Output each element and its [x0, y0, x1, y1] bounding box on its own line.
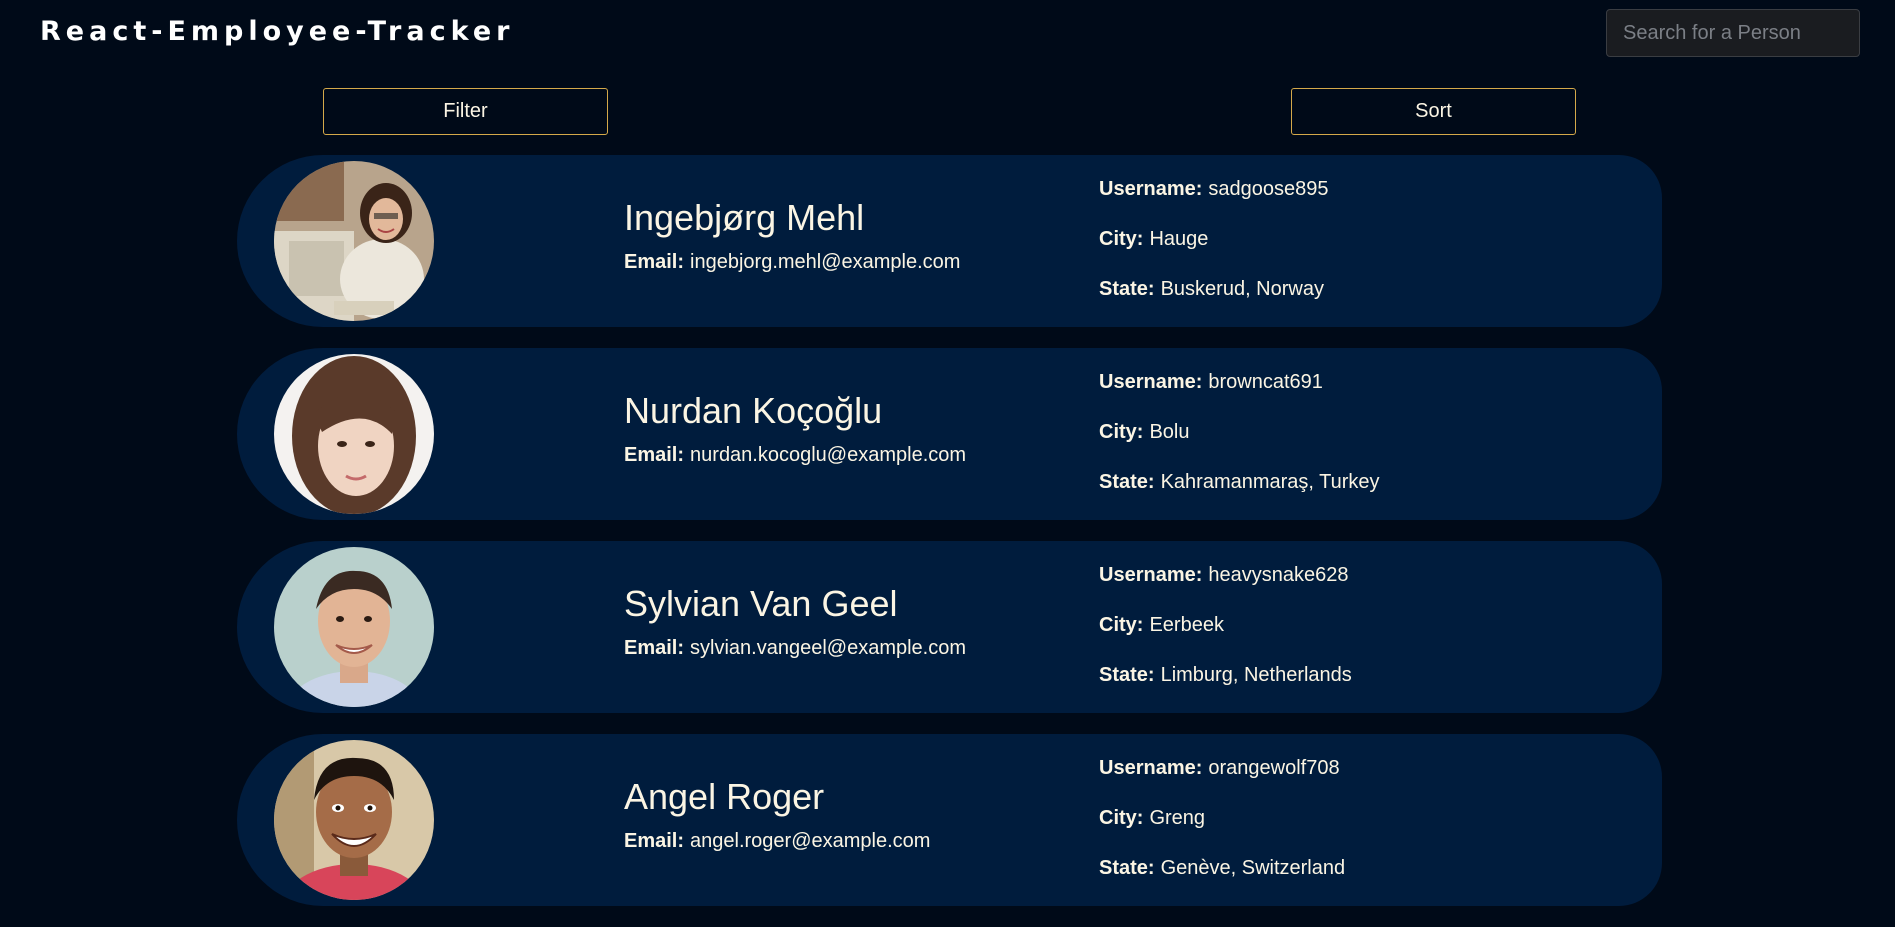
- city-row: City: Eerbeek: [1099, 614, 1352, 664]
- city-row: City: Hauge: [1099, 228, 1329, 278]
- employee-card: Nurdan Koçoğlu Email: nurdan.kocoglu@exam…: [237, 348, 1662, 520]
- email-label: Email:: [624, 637, 685, 659]
- employee-card: Angel Roger Email: angel.roger@example.co…: [237, 734, 1662, 906]
- username-value: browncat691: [1208, 371, 1323, 393]
- email-label: Email:: [624, 444, 685, 466]
- employee-name: Angel Roger: [624, 776, 825, 817]
- state-row: State: Buskerud, Norway: [1099, 278, 1329, 328]
- sort-button[interactable]: Sort: [1291, 88, 1576, 135]
- email-value: sylvian.vangeel@example.com: [690, 637, 967, 659]
- username-label: Username:: [1099, 371, 1203, 393]
- employee-email: Email: sylvian.vangeel@example.com: [624, 637, 966, 660]
- email-value: angel.roger@example.com: [690, 830, 931, 852]
- state-label: State:: [1099, 471, 1155, 493]
- top-navbar: React-Employee-Tracker: [0, 0, 1895, 68]
- employee-card: Ingebjørg Mehl Email: ingebjorg.mehl@exam…: [237, 155, 1662, 327]
- username-row: Username: orangewolf708: [1099, 757, 1345, 807]
- city-row: City: Greng: [1099, 807, 1345, 857]
- username-row: Username: browncat691: [1099, 371, 1380, 421]
- username-value: heavysnake628: [1208, 564, 1349, 586]
- city-label: City:: [1099, 614, 1144, 636]
- employee-details: Username: heavysnake628 City: Eerbeek Stat…: [1099, 564, 1352, 714]
- city-value: Bolu: [1149, 421, 1190, 443]
- avatar: [274, 547, 434, 707]
- state-value: Limburg, Netherlands: [1160, 664, 1352, 686]
- person-photo-icon: [274, 740, 434, 900]
- person-photo-icon: [274, 354, 434, 514]
- username-label: Username:: [1099, 178, 1203, 200]
- employee-email: Email: angel.roger@example.com: [624, 830, 930, 853]
- avatar: [274, 740, 434, 900]
- username-value: orangewolf708: [1208, 757, 1340, 779]
- state-value: Kahramanmaraş, Turkey: [1160, 471, 1380, 493]
- state-row: State: Limburg, Netherlands: [1099, 664, 1352, 714]
- person-photo-icon: [274, 547, 434, 707]
- username-row: Username: sadgoose895: [1099, 178, 1329, 228]
- person-photo-icon: [274, 161, 434, 321]
- employee-email: Email: ingebjorg.mehl@example.com: [624, 251, 960, 274]
- username-label: Username:: [1099, 757, 1203, 779]
- employee-name: Nurdan Koçoğlu: [624, 390, 883, 431]
- email-label: Email:: [624, 830, 685, 852]
- city-value: Greng: [1149, 807, 1206, 829]
- employee-list: Ingebjørg Mehl Email: ingebjorg.mehl@exam…: [237, 155, 1662, 927]
- username-label: Username:: [1099, 564, 1203, 586]
- email-value: ingebjorg.mehl@example.com: [690, 251, 961, 273]
- filter-button[interactable]: Filter: [323, 88, 608, 135]
- state-value: Genève, Switzerland: [1160, 857, 1346, 879]
- state-row: State: Genève, Switzerland: [1099, 857, 1345, 907]
- employee-email: Email: nurdan.kocoglu@example.com: [624, 444, 966, 467]
- avatar: [274, 161, 434, 321]
- email-label: Email:: [624, 251, 685, 273]
- username-value: sadgoose895: [1208, 178, 1329, 200]
- city-label: City:: [1099, 807, 1144, 829]
- city-value: Hauge: [1149, 228, 1209, 250]
- city-value: Eerbeek: [1149, 614, 1224, 636]
- employee-details: Username: browncat691 City: Bolu State: Kah…: [1099, 371, 1380, 521]
- city-label: City:: [1099, 228, 1144, 250]
- email-value: nurdan.kocoglu@example.com: [690, 444, 967, 466]
- employee-name: Sylvian Van Geel: [624, 583, 898, 624]
- search-input[interactable]: [1606, 9, 1860, 57]
- employee-details: Username: sadgoose895 City: Hauge State: Bu…: [1099, 178, 1329, 328]
- username-row: Username: heavysnake628: [1099, 564, 1352, 614]
- state-label: State:: [1099, 857, 1155, 879]
- city-row: City: Bolu: [1099, 421, 1380, 471]
- state-value: Buskerud, Norway: [1160, 278, 1324, 300]
- state-label: State:: [1099, 278, 1155, 300]
- state-label: State:: [1099, 664, 1155, 686]
- employee-name: Ingebjørg Mehl: [624, 197, 865, 238]
- employee-details: Username: orangewolf708 City: Greng State:…: [1099, 757, 1345, 907]
- avatar: [274, 354, 434, 514]
- app-title[interactable]: React-Employee-Tracker: [40, 16, 514, 47]
- employee-card: Sylvian Van Geel Email: sylvian.vangeel@e…: [237, 541, 1662, 713]
- state-row: State: Kahramanmaraş, Turkey: [1099, 471, 1380, 521]
- city-label: City:: [1099, 421, 1144, 443]
